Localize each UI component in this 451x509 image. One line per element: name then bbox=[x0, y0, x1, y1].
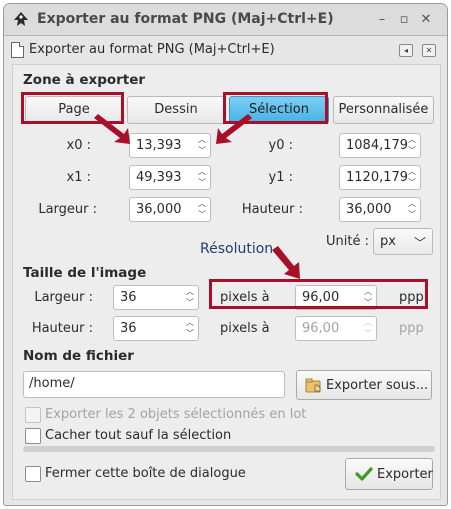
y1-value: 1120,179 bbox=[346, 170, 409, 185]
spin-arrows-icon[interactable]: ︿ ﹀ bbox=[182, 286, 198, 309]
area-height-spinbox[interactable]: 36,000 ︿ ﹀ bbox=[339, 197, 421, 222]
spin-arrows-icon[interactable]: ︿ ﹀ bbox=[404, 198, 420, 221]
unit-select[interactable]: px ﹀ bbox=[373, 228, 433, 255]
export-button[interactable]: Exporter bbox=[345, 458, 433, 490]
filename-heading: Nom de fichier bbox=[23, 348, 134, 364]
image-width-label: Largeur : bbox=[34, 290, 93, 305]
image-width-spinbox[interactable]: 36 ︿ ﹀ bbox=[113, 285, 199, 310]
resolution-annotation: Résolution bbox=[200, 241, 274, 257]
close-dialog-checkbox[interactable] bbox=[25, 466, 41, 482]
filename-input[interactable] bbox=[29, 376, 269, 391]
arrow-to-selection-tab-icon bbox=[216, 114, 252, 144]
close-dialog-label: Fermer cette boîte de dialogue bbox=[45, 466, 246, 481]
image-width-value: 36 bbox=[120, 290, 137, 305]
spin-arrows-icon[interactable]: ︿ ﹀ bbox=[194, 166, 210, 189]
tab-personnalisee[interactable]: Personnalisée bbox=[333, 96, 434, 124]
spin-arrows-icon: ︿ ﹀ bbox=[364, 318, 372, 338]
spin-arrows-icon[interactable]: ︿ ﹀ bbox=[182, 317, 198, 340]
resolution-highlight bbox=[209, 279, 428, 309]
panel-title: Exporter au format PNG (Maj+Ctrl+E) bbox=[29, 42, 275, 57]
arrow-to-page-tab-icon bbox=[94, 114, 130, 144]
hide-all-checkbox[interactable] bbox=[25, 428, 41, 444]
close-icon[interactable]: ✕ bbox=[418, 12, 434, 28]
horizontal-scrollbar[interactable] bbox=[23, 446, 435, 452]
spin-arrows-icon[interactable]: ︿ ﹀ bbox=[194, 198, 210, 221]
spin-arrows-icon[interactable]: ︿ ﹀ bbox=[194, 134, 210, 157]
area-width-spinbox[interactable]: 36,000 ︿ ﹀ bbox=[129, 197, 211, 222]
chevron-down-icon: ﹀ bbox=[413, 236, 426, 250]
export-as-label: Exporter sous... bbox=[326, 378, 429, 393]
x0-label: x0 : bbox=[66, 138, 91, 153]
spin-arrows-icon[interactable]: ︿ ﹀ bbox=[404, 134, 420, 157]
area-width-value: 36,000 bbox=[136, 202, 182, 217]
window-title: Exporter au format PNG (Maj+Ctrl+E) bbox=[37, 11, 334, 27]
document-icon bbox=[11, 42, 24, 58]
batch-export-label: Exporter les 2 objets sélectionnés en lo… bbox=[45, 407, 307, 422]
dpi2-label: pixels à bbox=[220, 321, 270, 336]
image-height-label: Hauteur : bbox=[31, 321, 93, 336]
x0-spinbox[interactable]: 13,393 ︿ ﹀ bbox=[129, 133, 211, 158]
y1-label: y1 : bbox=[268, 170, 293, 185]
x1-value: 49,393 bbox=[136, 170, 182, 185]
inkscape-logo-icon bbox=[14, 12, 28, 26]
export-label: Exporter bbox=[377, 467, 433, 482]
maximize-icon[interactable]: ▫ bbox=[396, 12, 412, 28]
dpi2-unit: ppp bbox=[399, 321, 424, 336]
folder-hand-icon bbox=[305, 378, 321, 393]
unit-value: px bbox=[380, 234, 396, 249]
area-height-label: Hauteur : bbox=[241, 202, 303, 217]
close-panel-icon[interactable]: ✕ bbox=[422, 44, 436, 57]
spin-arrows-icon[interactable]: ︿ ﹀ bbox=[404, 166, 420, 189]
area-width-label: Largeur : bbox=[38, 202, 97, 217]
export-as-button[interactable]: Exporter sous... bbox=[296, 370, 432, 400]
dpi2-value: 96,00 bbox=[302, 321, 340, 336]
export-area-heading: Zone à exporter bbox=[23, 72, 146, 88]
title-bar[interactable]: Exporter au format PNG (Maj+Ctrl+E) – ▫ … bbox=[4, 4, 447, 36]
y0-spinbox[interactable]: 1084,179 ︿ ﹀ bbox=[339, 133, 421, 158]
hide-all-label: Cacher tout sauf la sélection bbox=[45, 428, 232, 443]
panel-header: Exporter au format PNG (Maj+Ctrl+E) ◂ ✕ bbox=[9, 40, 442, 62]
minimize-icon[interactable]: – bbox=[374, 12, 390, 28]
y0-value: 1084,179 bbox=[346, 138, 409, 153]
y1-spinbox[interactable]: 1120,179 ︿ ﹀ bbox=[339, 165, 421, 190]
batch-export-checkbox bbox=[25, 407, 41, 423]
image-height-spinbox[interactable]: 36 ︿ ﹀ bbox=[113, 316, 199, 341]
area-height-value: 36,000 bbox=[346, 202, 392, 217]
checkmark-icon bbox=[355, 467, 373, 481]
filename-field[interactable] bbox=[23, 371, 285, 398]
x1-label: x1 : bbox=[66, 170, 91, 185]
x0-value: 13,393 bbox=[136, 138, 182, 153]
tab-dessin[interactable]: Dessin bbox=[127, 96, 225, 124]
x1-spinbox[interactable]: 49,393 ︿ ﹀ bbox=[129, 165, 211, 190]
dpi2-spinbox: 96,00 ︿ ﹀ bbox=[295, 316, 377, 341]
dock-icon[interactable]: ◂ bbox=[399, 44, 413, 57]
image-height-value: 36 bbox=[120, 321, 137, 336]
image-size-heading: Taille de l'image bbox=[23, 265, 147, 281]
arrow-to-resolution-icon bbox=[272, 246, 300, 279]
